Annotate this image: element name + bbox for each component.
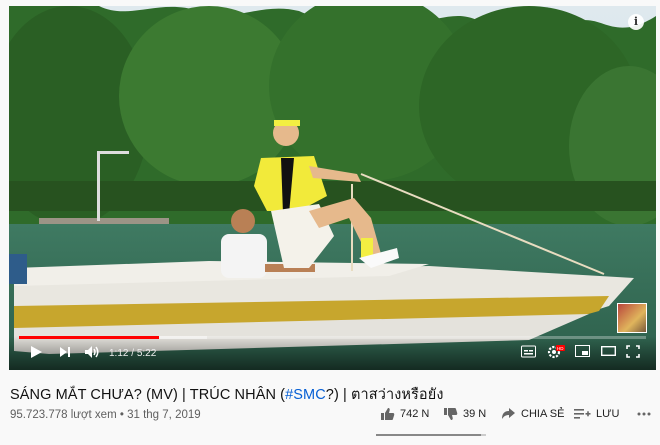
meta-separator: • [119,409,124,421]
video-frame [9,6,656,370]
time-display: 1:12 / 5:22 [109,348,156,359]
share-label: CHIA SẺ [521,407,565,420]
duration: 5:22 [136,348,157,359]
svg-text:HD: HD [557,346,564,351]
volume-icon[interactable] [84,345,100,359]
settings-icon[interactable]: HD [547,345,565,359]
video-title: SÁNG MẮT CHƯA? (MV) | TRÚC NHÂN (#SMC?) … [10,383,444,406]
dislike-button[interactable]: 39 N [443,407,486,421]
video-meta: 95.723.778 lượt xem • 31 thg 7, 2019 [10,409,201,421]
player-controls: 1:12 / 5:22 HD [9,336,656,370]
time-separator: / [131,348,135,359]
progress-bar[interactable] [19,336,646,339]
save-icon [574,409,591,419]
share-button[interactable]: CHIA SẺ [501,407,564,420]
info-icon[interactable]: i [628,14,644,30]
upload-date: 31 thg 7, 2019 [127,409,201,421]
next-icon[interactable] [58,345,72,359]
like-icon [381,408,395,420]
title-prefix: SÁNG MẮT CHƯA? (MV) | TRÚC NHÂN ( [10,387,286,403]
save-button[interactable]: LƯU [574,407,619,420]
more-actions-button[interactable] [637,407,651,421]
theater-icon[interactable] [601,345,616,357]
like-button[interactable]: 742 N [380,407,429,421]
subtitles-icon[interactable] [521,345,536,358]
play-icon[interactable] [29,345,43,359]
dislike-count: 39 N [463,408,487,420]
video-player[interactable]: i 1:12 / 5:22 HD [9,6,656,370]
channel-watermark[interactable] [617,303,647,333]
view-count: 95.723.778 lượt xem [10,409,117,421]
like-ratio-bar [376,434,486,436]
more-icon [637,412,651,416]
hashtag-link[interactable]: #SMC [285,387,326,403]
miniplayer-icon[interactable] [575,345,590,357]
fullscreen-icon[interactable] [626,345,640,358]
save-label: LƯU [596,407,620,420]
current-time: 1:12 [109,348,129,359]
title-suffix: ?) | ตาสว่างหรือยัง [325,387,444,403]
like-count: 742 N [400,408,430,420]
share-icon [502,408,515,419]
like-ratio-fill [376,434,481,436]
played-bar [19,336,160,339]
dislike-icon [444,408,458,420]
